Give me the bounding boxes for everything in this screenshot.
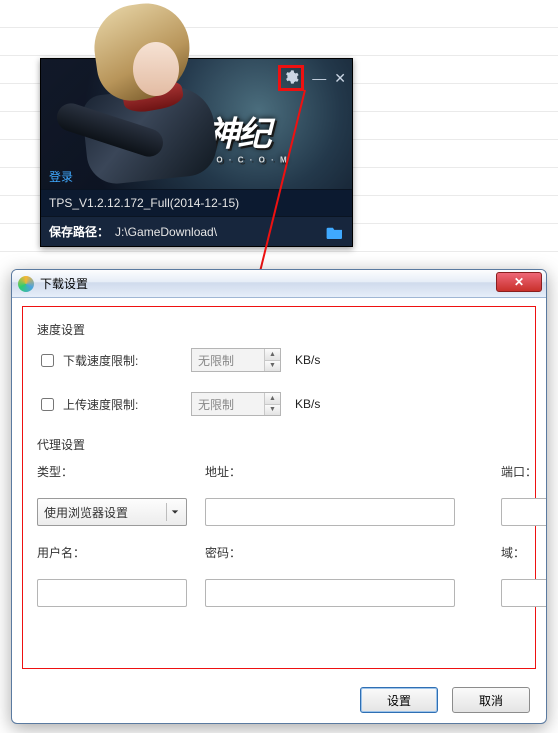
download-unit: KB/s (295, 353, 345, 367)
proxy-port-input[interactable] (508, 504, 547, 520)
cancel-button-label: 取消 (479, 692, 503, 709)
proxy-user-label: 用户名： (37, 544, 187, 561)
proxy-pass-label: 密码： (205, 544, 455, 561)
settings-button[interactable] (283, 69, 299, 87)
spin-down-button[interactable]: ▼ (265, 360, 280, 372)
browse-folder-button[interactable] (326, 225, 344, 239)
proxy-addr-label: 地址： (205, 463, 455, 480)
download-limit-value: 无限制 (198, 352, 234, 369)
proxy-domain-input[interactable] (508, 585, 547, 601)
login-link[interactable]: 登录 (49, 168, 73, 185)
gear-icon (283, 69, 299, 85)
spinner-buttons: ▲ ▼ (264, 349, 280, 371)
spin-up-button[interactable]: ▲ (265, 349, 280, 360)
proxy-port-label: 端口： (501, 463, 547, 480)
proxy-user-field[interactable] (37, 579, 187, 607)
dialog-body: 速度设置 下载速度限制: 无限制 ▲ ▼ KB/s 上传速度限制: 无限制 (22, 306, 536, 669)
minimize-button[interactable]: — (312, 71, 326, 85)
cancel-button[interactable]: 取消 (452, 687, 530, 713)
close-icon: ✕ (514, 275, 524, 289)
app-icon (18, 276, 34, 292)
proxy-domain-field[interactable] (501, 579, 547, 607)
settings-button-highlight (278, 65, 304, 91)
dialog-close-button[interactable]: ✕ (496, 272, 542, 292)
proxy-section-title: 代理设置 (37, 436, 521, 453)
download-speed-row: 下载速度限制: 无限制 ▲ ▼ KB/s (37, 348, 521, 372)
upload-limit-check[interactable] (41, 398, 54, 411)
upload-speed-row: 上传速度限制: 无限制 ▲ ▼ KB/s (37, 392, 521, 416)
upload-limit-value: 无限制 (198, 396, 234, 413)
ok-button-label: 设置 (387, 692, 411, 709)
speed-section-title: 速度设置 (37, 321, 521, 338)
spinner-buttons: ▲ ▼ (264, 393, 280, 415)
proxy-pass-input[interactable] (212, 585, 448, 601)
download-limit-checkbox[interactable]: 下载速度限制: (37, 351, 177, 370)
download-limit-check[interactable] (41, 354, 54, 367)
save-path-row: 保存路径： J:\GameDownload\ (41, 216, 352, 246)
save-path-label: 保存路径： (49, 223, 109, 240)
proxy-addr-field[interactable] (205, 498, 455, 526)
game-logo-sub: T P S · O · C · O · M (173, 156, 288, 165)
proxy-grid: 类型： 地址： 端口： 使用浏览器设置 用户名： 密码： 域： (37, 463, 521, 607)
game-logo-text: 枪神纪 (173, 116, 269, 154)
game-logo: 枪神纪 T P S · O · C · O · M (173, 107, 288, 165)
proxy-type-combo[interactable]: 使用浏览器设置 (37, 498, 187, 526)
spin-up-button[interactable]: ▲ (265, 393, 280, 404)
save-path-value: J:\GameDownload\ (115, 225, 217, 239)
proxy-addr-input[interactable] (212, 504, 448, 520)
folder-icon (326, 225, 344, 239)
launcher-banner: 枪神纪 T P S · O · C · O · M — ✕ 登录 (41, 59, 352, 189)
upload-unit: KB/s (295, 397, 345, 411)
close-launcher-button[interactable]: ✕ (334, 71, 346, 85)
proxy-type-value: 使用浏览器设置 (44, 504, 128, 521)
proxy-user-input[interactable] (44, 585, 180, 601)
dialog-title: 下载设置 (40, 275, 88, 292)
download-settings-dialog: 下载设置 ✕ 速度设置 下载速度限制: 无限制 ▲ ▼ KB/s 上 (11, 269, 547, 724)
proxy-port-field[interactable] (501, 498, 547, 526)
dialog-titlebar: 下载设置 ✕ (12, 270, 546, 298)
upload-limit-spinner[interactable]: 无限制 ▲ ▼ (191, 392, 281, 416)
spin-down-button[interactable]: ▼ (265, 404, 280, 416)
upload-limit-checkbox[interactable]: 上传速度限制: (37, 395, 177, 414)
download-limit-label: 下载速度限制: (63, 352, 138, 369)
chevron-down-icon (166, 503, 182, 521)
dialog-footer: 设置 取消 (12, 677, 546, 723)
proxy-pass-field[interactable] (205, 579, 455, 607)
package-row: TPS_V1.2.12.172_Full(2014-12-15) (41, 189, 352, 216)
ok-button[interactable]: 设置 (360, 687, 438, 713)
launcher-titlebar: — ✕ (278, 65, 346, 91)
proxy-type-label: 类型： (37, 463, 187, 480)
package-name: TPS_V1.2.12.172_Full(2014-12-15) (49, 196, 239, 210)
proxy-domain-label: 域： (501, 544, 525, 561)
upload-limit-label: 上传速度限制: (63, 396, 138, 413)
launcher-window: 枪神纪 T P S · O · C · O · M — ✕ 登录 TPS_V1.… (40, 58, 353, 247)
download-limit-spinner[interactable]: 无限制 ▲ ▼ (191, 348, 281, 372)
